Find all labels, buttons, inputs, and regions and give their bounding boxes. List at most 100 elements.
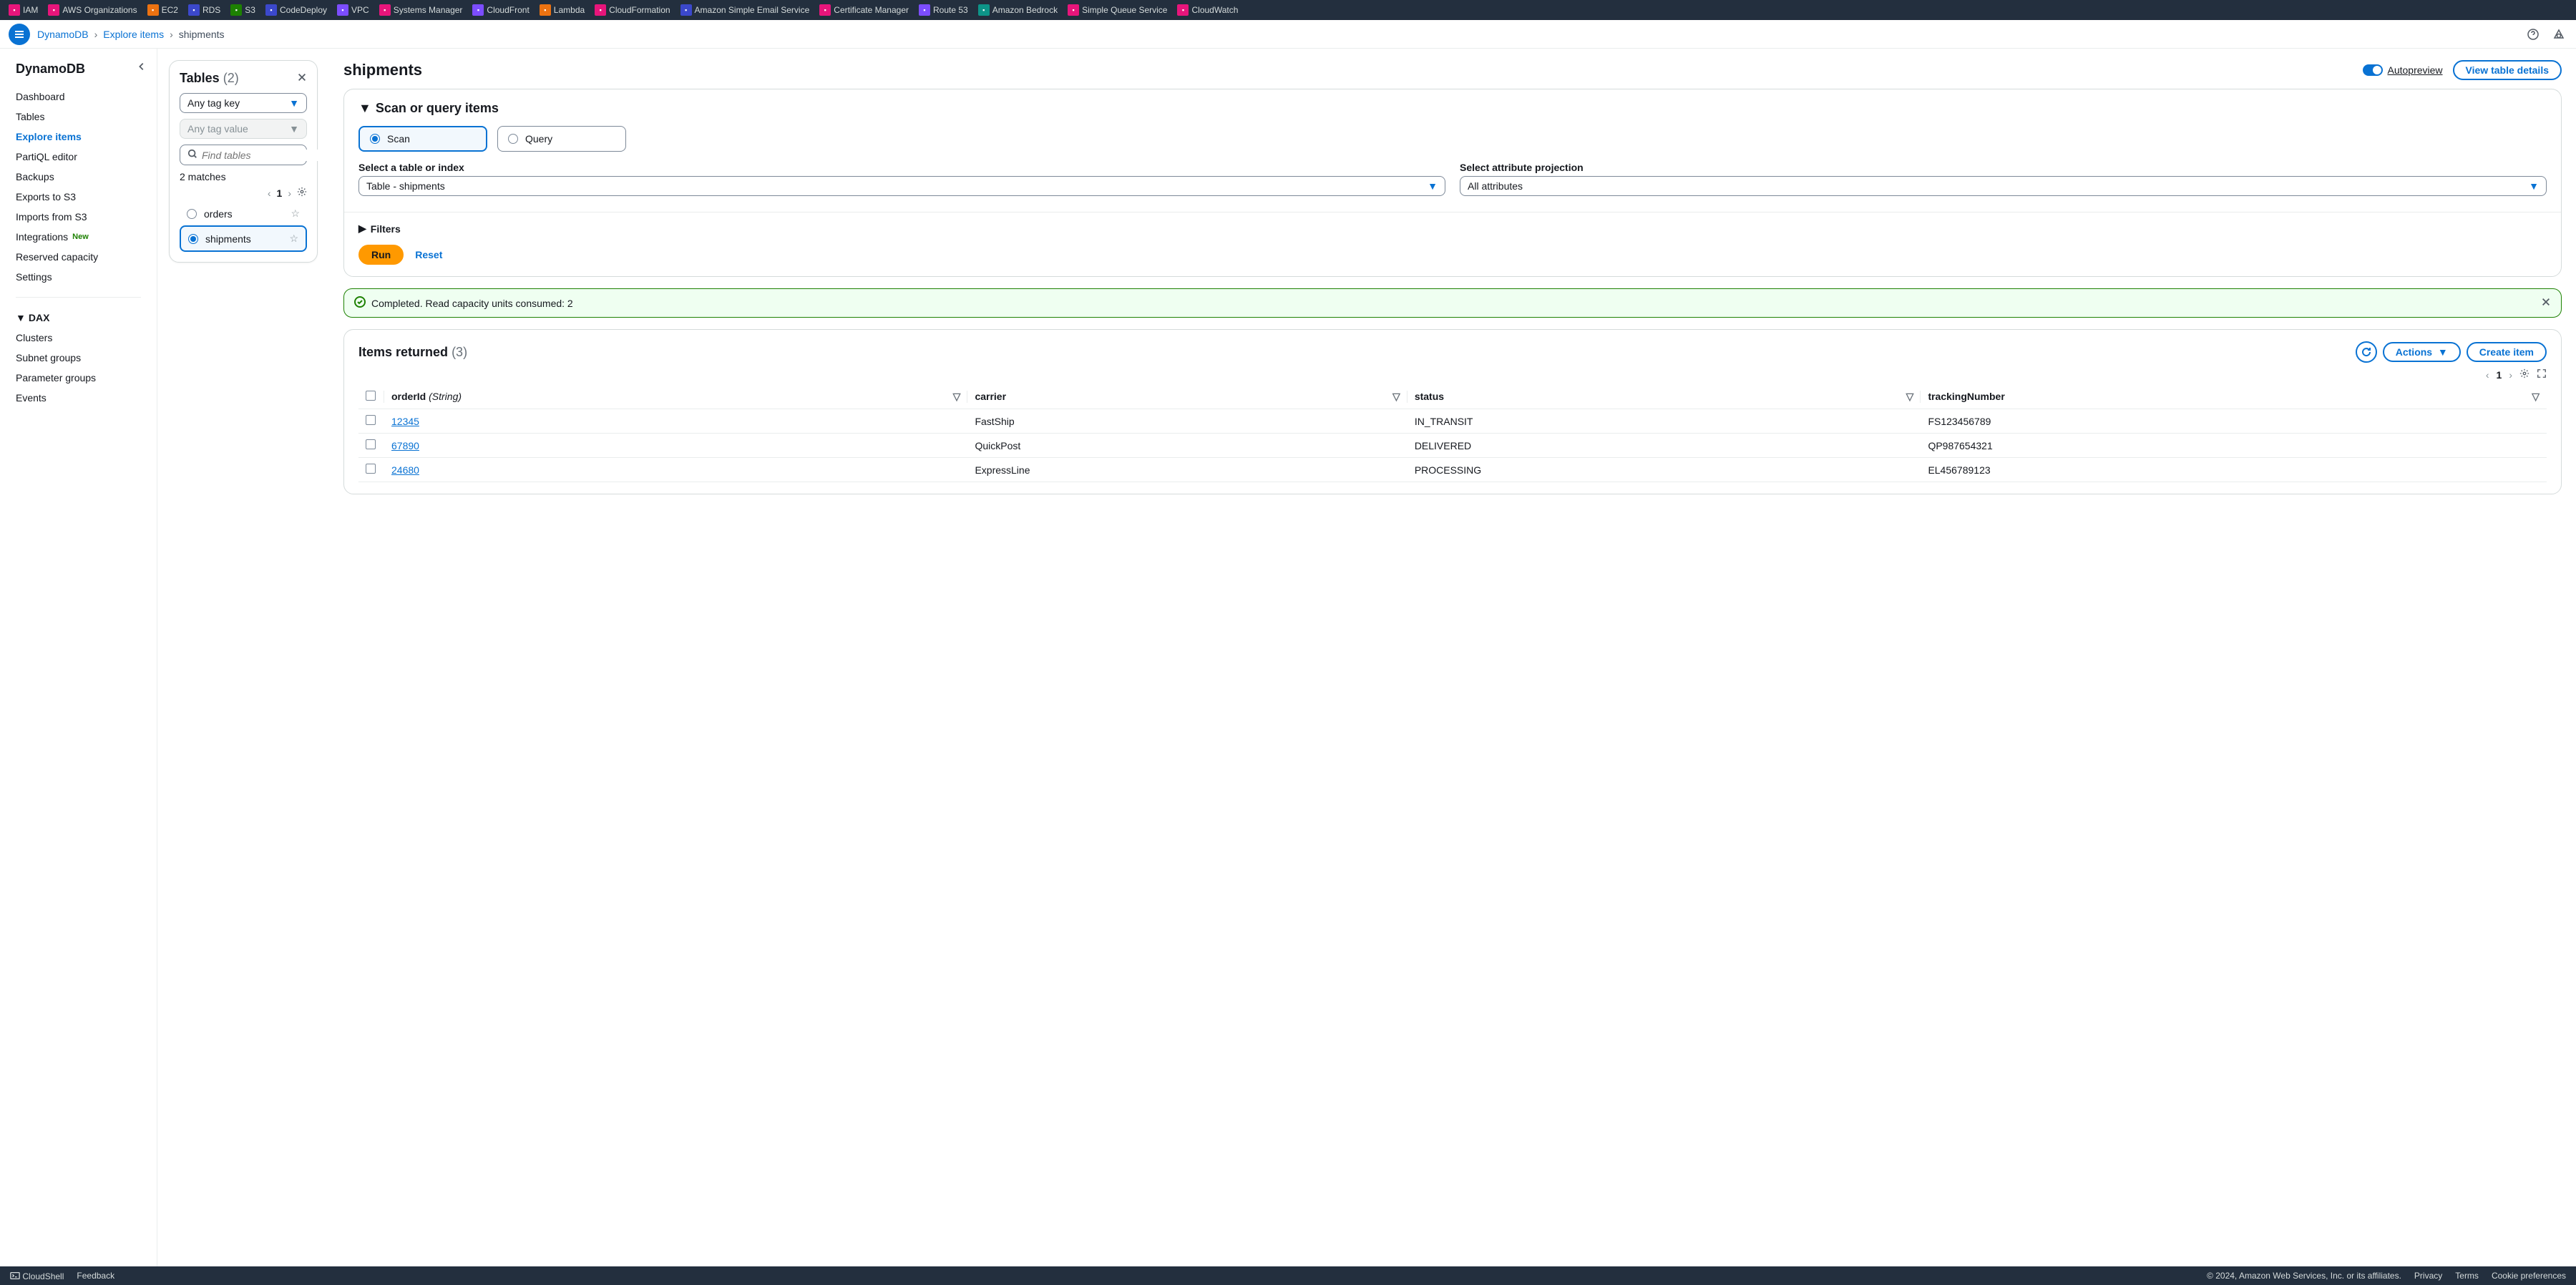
reset-button[interactable]: Reset xyxy=(415,249,442,260)
select-all-checkbox[interactable] xyxy=(366,391,376,401)
service-aws-organizations[interactable]: ▪AWS Organizations xyxy=(44,2,141,18)
gear-icon[interactable] xyxy=(2519,368,2529,381)
order-id-link[interactable]: 67890 xyxy=(391,440,419,451)
service-cloudwatch[interactable]: ▪CloudWatch xyxy=(1173,2,1242,18)
col-status[interactable]: status▽ xyxy=(1407,385,1921,409)
filters-label: Filters xyxy=(371,223,401,235)
sidebar-item-label: Reserved capacity xyxy=(16,251,98,263)
service-lambda[interactable]: ▪Lambda xyxy=(535,2,589,18)
scan-tile[interactable]: Scan xyxy=(358,126,487,152)
close-icon[interactable] xyxy=(297,72,307,84)
sidebar-item-explore-items[interactable]: Explore items xyxy=(0,127,157,147)
gear-icon[interactable] xyxy=(297,187,307,199)
fullscreen-icon[interactable] xyxy=(2537,368,2547,381)
col-carrier[interactable]: carrier▽ xyxy=(967,385,1407,409)
sidebar-item-exports-to-s3[interactable]: Exports to S3 xyxy=(0,187,157,207)
sidebar-item-label: Exports to S3 xyxy=(16,191,76,202)
refresh-button[interactable] xyxy=(2356,341,2377,363)
privacy-link[interactable]: Privacy xyxy=(2414,1271,2442,1281)
scan-query-toggle[interactable]: ▼ Scan or query items xyxy=(358,101,2547,116)
cloudshell-link[interactable]: CloudShell xyxy=(10,1271,64,1281)
sort-icon[interactable]: ▽ xyxy=(953,391,961,403)
matches-count: 2 matches xyxy=(180,171,307,182)
col-label: trackingNumber xyxy=(1928,391,2004,402)
service-iam[interactable]: ▪IAM xyxy=(4,2,42,18)
items-prev-icon[interactable]: ‹ xyxy=(2486,369,2489,381)
feedback-link[interactable]: Feedback xyxy=(77,1271,114,1281)
service-ec2[interactable]: ▪EC2 xyxy=(143,2,182,18)
query-tile[interactable]: Query xyxy=(497,126,626,152)
sidebar-item-subnet-groups[interactable]: Subnet groups xyxy=(0,348,157,368)
help-icon[interactable] xyxy=(2524,26,2542,43)
service-cloudformation[interactable]: ▪CloudFormation xyxy=(590,2,674,18)
table-index-select[interactable]: Table - shipments ▼ xyxy=(358,176,1445,196)
success-flash: Completed. Read capacity units consumed:… xyxy=(343,288,2562,318)
actions-dropdown[interactable]: Actions ▼ xyxy=(2383,342,2461,362)
service-systems-manager[interactable]: ▪Systems Manager xyxy=(375,2,467,18)
find-tables-field[interactable] xyxy=(202,150,332,161)
sidebar-item-label: Integrations xyxy=(16,231,68,243)
service-simple-queue-service[interactable]: ▪Simple Queue Service xyxy=(1063,2,1171,18)
terms-link[interactable]: Terms xyxy=(2455,1271,2479,1281)
autopreview-toggle[interactable] xyxy=(2363,64,2383,76)
sidebar-item-backups[interactable]: Backups xyxy=(0,167,157,187)
service-route-53[interactable]: ▪Route 53 xyxy=(914,2,972,18)
service-amazon-bedrock[interactable]: ▪Amazon Bedrock xyxy=(974,2,1062,18)
run-button[interactable]: Run xyxy=(358,245,404,265)
service-label: Systems Manager xyxy=(394,5,463,15)
star-icon[interactable]: ☆ xyxy=(291,207,300,220)
row-checkbox[interactable] xyxy=(366,439,376,449)
sidebar-nav: DynamoDB DashboardTablesExplore itemsPar… xyxy=(0,49,157,1266)
sidebar-item-dashboard[interactable]: Dashboard xyxy=(0,87,157,107)
row-checkbox[interactable] xyxy=(366,464,376,474)
sidebar-item-settings[interactable]: Settings xyxy=(0,267,157,287)
service-rds[interactable]: ▪RDS xyxy=(184,2,225,18)
service-certificate-manager[interactable]: ▪Certificate Manager xyxy=(815,2,913,18)
service-label: CloudFront xyxy=(487,5,529,15)
sort-icon[interactable]: ▽ xyxy=(1392,391,1400,403)
sidebar-item-tables[interactable]: Tables xyxy=(0,107,157,127)
service-amazon-simple-email-service[interactable]: ▪Amazon Simple Email Service xyxy=(676,2,814,18)
tag-key-select[interactable]: Any tag key ▼ xyxy=(180,93,307,113)
service-icon: ▪ xyxy=(265,4,277,16)
create-item-button[interactable]: Create item xyxy=(2467,342,2547,362)
col-orderId[interactable]: orderId (String)▽ xyxy=(384,385,967,409)
sort-icon[interactable]: ▽ xyxy=(2532,391,2540,403)
table-row-orders[interactable]: orders☆ xyxy=(180,202,307,225)
sidebar-item-parameter-groups[interactable]: Parameter groups xyxy=(0,368,157,388)
sidebar-item-clusters[interactable]: Clusters xyxy=(0,328,157,348)
sidebar-item-imports-from-s3[interactable]: Imports from S3 xyxy=(0,207,157,227)
collapse-sidebar-icon[interactable] xyxy=(137,62,147,74)
clock-icon[interactable] xyxy=(2550,26,2567,43)
sidebar-item-integrations[interactable]: IntegrationsNew xyxy=(0,227,157,247)
cookies-link[interactable]: Cookie preferences xyxy=(2492,1271,2566,1281)
nav-menu-button[interactable] xyxy=(9,24,30,45)
prev-page-icon[interactable]: ‹ xyxy=(268,187,271,199)
sort-icon[interactable]: ▽ xyxy=(1906,391,1914,403)
autopreview-label[interactable]: Autopreview xyxy=(2387,64,2442,76)
filters-toggle[interactable]: ▶ Filters xyxy=(358,223,2547,235)
find-tables-input[interactable] xyxy=(180,145,307,165)
service-s3[interactable]: ▪S3 xyxy=(226,2,260,18)
service-cloudfront[interactable]: ▪CloudFront xyxy=(468,2,533,18)
order-id-link[interactable]: 24680 xyxy=(391,464,419,476)
dismiss-flash-icon[interactable] xyxy=(2541,297,2551,309)
table-row-shipments[interactable]: shipments☆ xyxy=(180,225,307,252)
main-content: shipments Autopreview View table details… xyxy=(329,49,2576,1266)
service-codedeploy[interactable]: ▪CodeDeploy xyxy=(261,2,331,18)
dax-group-toggle[interactable]: ▼ DAX xyxy=(0,308,157,328)
projection-select[interactable]: All attributes ▼ xyxy=(1460,176,2547,196)
breadcrumb-explore-items[interactable]: Explore items xyxy=(103,29,164,40)
next-page-icon[interactable]: › xyxy=(288,187,291,199)
breadcrumb-root[interactable]: DynamoDB xyxy=(37,29,89,40)
sidebar-item-reserved-capacity[interactable]: Reserved capacity xyxy=(0,247,157,267)
order-id-link[interactable]: 12345 xyxy=(391,416,419,427)
view-table-details-button[interactable]: View table details xyxy=(2453,60,2562,80)
items-next-icon[interactable]: › xyxy=(2509,369,2512,381)
col-trackingNumber[interactable]: trackingNumber ▽ xyxy=(1921,385,2547,409)
star-icon[interactable]: ☆ xyxy=(289,233,298,245)
sidebar-item-partiql-editor[interactable]: PartiQL editor xyxy=(0,147,157,167)
service-vpc[interactable]: ▪VPC xyxy=(333,2,374,18)
sidebar-item-events[interactable]: Events xyxy=(0,388,157,408)
row-checkbox[interactable] xyxy=(366,415,376,425)
